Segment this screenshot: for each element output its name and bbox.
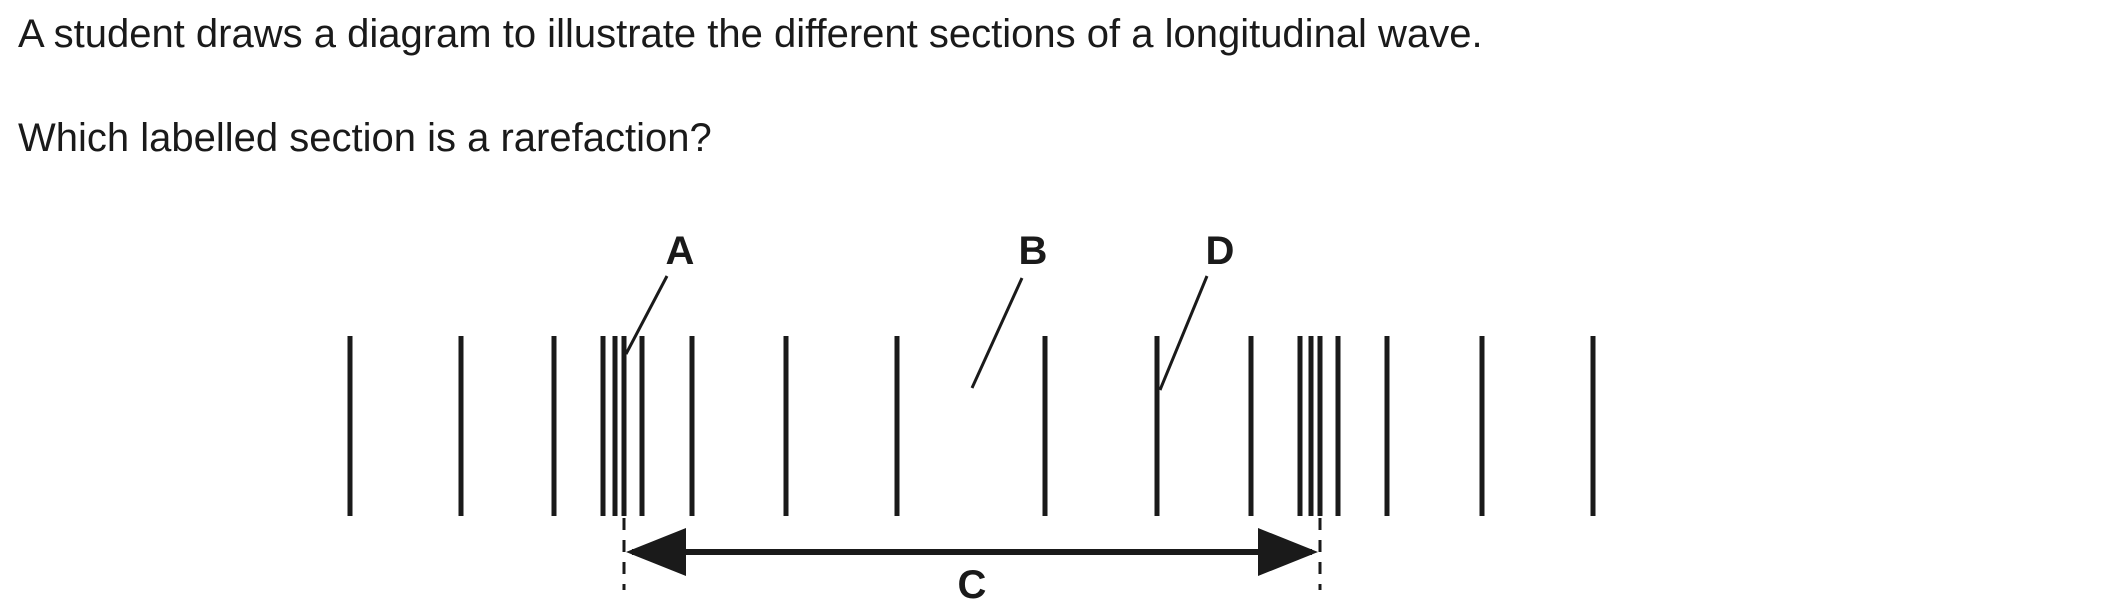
- label-b: B: [1019, 229, 1048, 273]
- longitudinal-wave-diagram: A B D C: [347, 229, 1596, 607]
- label-c: C: [958, 563, 987, 607]
- leader-line-b: [970, 277, 1024, 389]
- wave-lines: [347, 336, 1596, 516]
- leader-line-a: [624, 275, 669, 355]
- leader-lines: [624, 275, 1209, 391]
- label-d: D: [1206, 229, 1235, 273]
- label-a: A: [666, 229, 695, 273]
- leader-line-d: [1158, 275, 1209, 391]
